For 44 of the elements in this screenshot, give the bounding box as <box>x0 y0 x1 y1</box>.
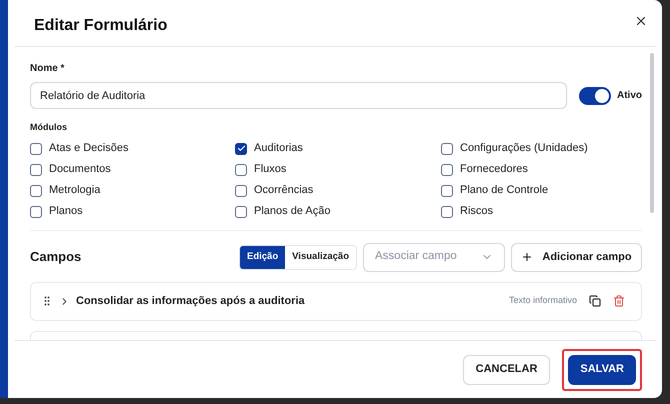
checkbox[interactable] <box>30 142 42 154</box>
field-row[interactable]: Consolidar as informações após a auditoria Texto informativo <box>30 282 642 320</box>
plus-icon <box>521 251 534 263</box>
module-checkbox[interactable]: Metrologia <box>30 182 235 198</box>
module-checkbox[interactable]: Planos de Ação <box>235 204 441 220</box>
section-title: Campos <box>30 248 82 266</box>
toggle-label: Ativo <box>617 89 642 103</box>
checkbox[interactable] <box>30 206 42 218</box>
checkbox[interactable] <box>235 184 247 196</box>
view-tab[interactable]: Edição <box>240 246 286 268</box>
scrollbar-thumb[interactable] <box>650 53 654 213</box>
close-icon <box>634 14 648 28</box>
field-label: Nome * <box>30 62 66 76</box>
save-button[interactable]: SALVAR <box>568 354 636 384</box>
field-title: Consolidar as informações após a auditoria <box>76 294 306 309</box>
dialog-title: Editar Formulário <box>34 16 168 36</box>
module-checkbox[interactable]: Fluxos <box>235 162 441 178</box>
checkbox[interactable] <box>441 184 453 196</box>
checkbox[interactable] <box>30 184 42 196</box>
close-button[interactable] <box>634 14 648 28</box>
field-type: Texto informativo <box>508 294 577 308</box>
checkbox[interactable] <box>441 142 453 154</box>
copy-icon[interactable] <box>589 295 601 307</box>
checkbox[interactable] <box>235 142 247 154</box>
name-input[interactable]: Relatório de Auditoria <box>30 82 567 109</box>
trash-icon[interactable] <box>613 295 625 307</box>
checkbox[interactable] <box>441 206 453 218</box>
checkbox[interactable] <box>235 164 247 176</box>
add-field-button[interactable]: Adicionar campo <box>511 242 642 272</box>
module-checkbox[interactable]: Plano de Controle <box>441 182 642 198</box>
toggle-switch[interactable] <box>579 86 611 104</box>
section-label: Módulos <box>30 121 68 134</box>
module-checkbox[interactable]: Documentos <box>30 162 235 178</box>
module-checkbox[interactable]: Planos <box>30 204 235 220</box>
module-checkbox[interactable]: Configurações (Unidades) <box>441 140 642 156</box>
checkbox[interactable] <box>235 206 247 218</box>
module-checkbox[interactable]: Riscos <box>441 204 642 220</box>
checkbox[interactable] <box>30 164 42 176</box>
module-checkbox[interactable]: Fornecedores <box>441 162 642 178</box>
module-checkbox[interactable]: Auditorias <box>235 140 441 156</box>
module-checkbox[interactable]: Atas e Decisões <box>30 140 235 156</box>
module-checkbox[interactable]: Ocorrências <box>235 182 441 198</box>
cancel-button[interactable]: CANCELAR <box>462 354 550 384</box>
checkbox[interactable] <box>441 164 453 176</box>
